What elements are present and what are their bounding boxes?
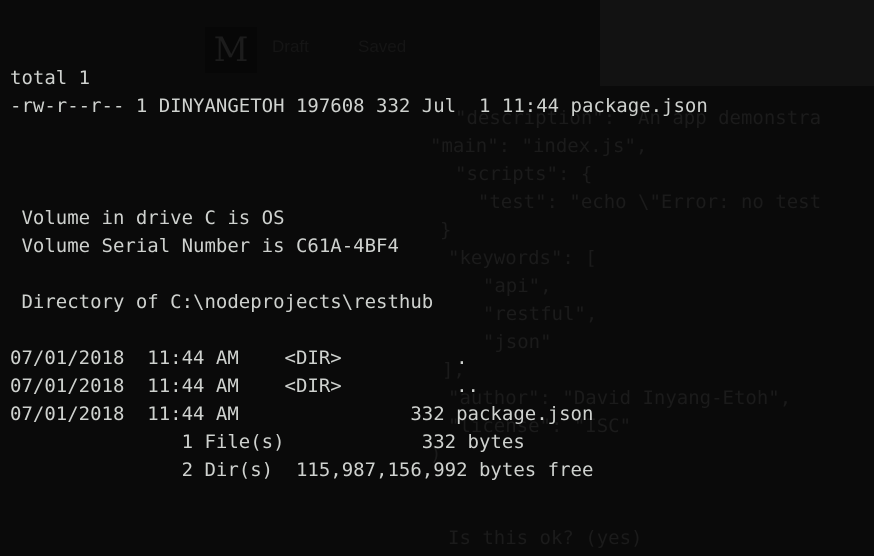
output-line: 07/01/2018 11:44 AM <DIR> . <box>10 347 468 369</box>
output-line: 1 File(s) 332 bytes <box>10 431 525 453</box>
prompt-line: C:\nodeprojects\resthub (resthub@1.0.0) <box>10 512 874 540</box>
prompt-line: C:\nodeprojects\resthub (resthub@1.0.0) <box>10 8 874 36</box>
output-line: Volume Serial Number is C61A-4BF4 <box>10 235 399 257</box>
output-line: total 1 <box>10 67 91 89</box>
terminal-screen[interactable]: C:\nodeprojects\resthub (resthub@1.0.0) … <box>0 0 874 556</box>
terminal-window[interactable]: M Draft Saved "description": "An app dem… <box>0 0 874 556</box>
output-line: 2 Dir(s) 115,987,156,992 bytes free <box>10 459 594 481</box>
active-input-line[interactable]: λ <box>10 540 874 556</box>
output-line: 07/01/2018 11:44 AM <DIR> .. <box>10 375 479 397</box>
output-line: Directory of C:\nodeprojects\resthub <box>10 291 434 313</box>
prompt-line: C:\nodeprojects\resthub (resthub@1.0.0) <box>10 148 874 176</box>
command-line: λ ls -l <box>10 36 874 64</box>
output-line: Volume in drive C is OS <box>10 207 285 229</box>
output-line: -rw-r--r-- 1 DINYANGETOH 197608 332 Jul … <box>10 95 708 117</box>
output-line: 07/01/2018 11:44 AM 332 package.json <box>10 403 594 425</box>
command-line: λ dir <box>10 176 874 204</box>
